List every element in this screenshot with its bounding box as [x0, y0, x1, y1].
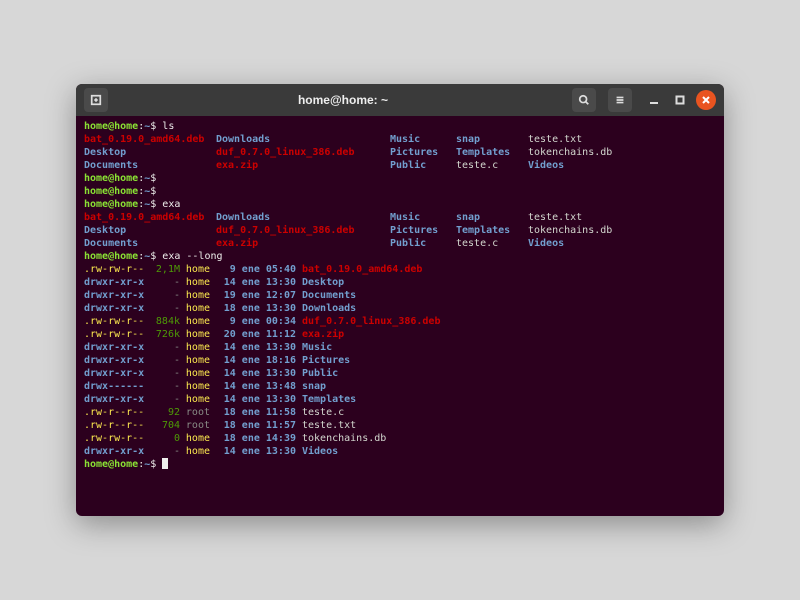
list-item: .rw-rw-r--0home18 ene 14:39tokenchains.d… — [84, 432, 716, 445]
maximize-button[interactable] — [670, 90, 690, 110]
list-item: .rw-r--r--704root18 ene 11:57teste.txt — [84, 419, 716, 432]
search-button[interactable] — [572, 88, 596, 112]
terminal-window: home@home: ~ home@home:~$ lsbat_0.19.0_a… — [76, 84, 724, 516]
list-item: drwxr-xr-x-home14 ene 13:30Music — [84, 341, 716, 354]
list-item: .rw-rw-r--726khome20 ene 11:12exa.zip — [84, 328, 716, 341]
cursor — [162, 458, 168, 469]
list-item: drwxr-xr-x-home14 ene 13:30Public — [84, 367, 716, 380]
list-item: .rw-r--r--92root18 ene 11:58teste.c — [84, 406, 716, 419]
close-button[interactable] — [696, 90, 716, 110]
list-item: drwxr-xr-x-home14 ene 13:30Videos — [84, 445, 716, 458]
list-item: .rw-rw-r--2,1Mhome 9 ene 05:40bat_0.19.0… — [84, 263, 716, 276]
window-title: home@home: ~ — [114, 93, 572, 107]
menu-button[interactable] — [608, 88, 632, 112]
list-item: drwxr-xr-x-home19 ene 12:07Documents — [84, 289, 716, 302]
list-item: drwxr-xr-x-home14 ene 13:30Templates — [84, 393, 716, 406]
minimize-button[interactable] — [644, 90, 664, 110]
list-item: drwxr-xr-x-home14 ene 18:16Pictures — [84, 354, 716, 367]
ls-output: bat_0.19.0_amd64.debDownloadsMusicsnapte… — [84, 133, 716, 172]
terminal-body[interactable]: home@home:~$ lsbat_0.19.0_amd64.debDownl… — [76, 116, 724, 479]
new-tab-button[interactable] — [84, 88, 108, 112]
list-item: drwxr-xr-x-home18 ene 13:30Downloads — [84, 302, 716, 315]
list-item: drwx-------home14 ene 13:48snap — [84, 380, 716, 393]
exa-long-output: .rw-rw-r--2,1Mhome 9 ene 05:40bat_0.19.0… — [84, 263, 716, 458]
list-item: drwxr-xr-x-home14 ene 13:30Desktop — [84, 276, 716, 289]
titlebar: home@home: ~ — [76, 84, 724, 116]
ls-output: bat_0.19.0_amd64.debDownloadsMusicsnapte… — [84, 211, 716, 250]
list-item: .rw-rw-r--884khome 9 ene 00:34duf_0.7.0_… — [84, 315, 716, 328]
